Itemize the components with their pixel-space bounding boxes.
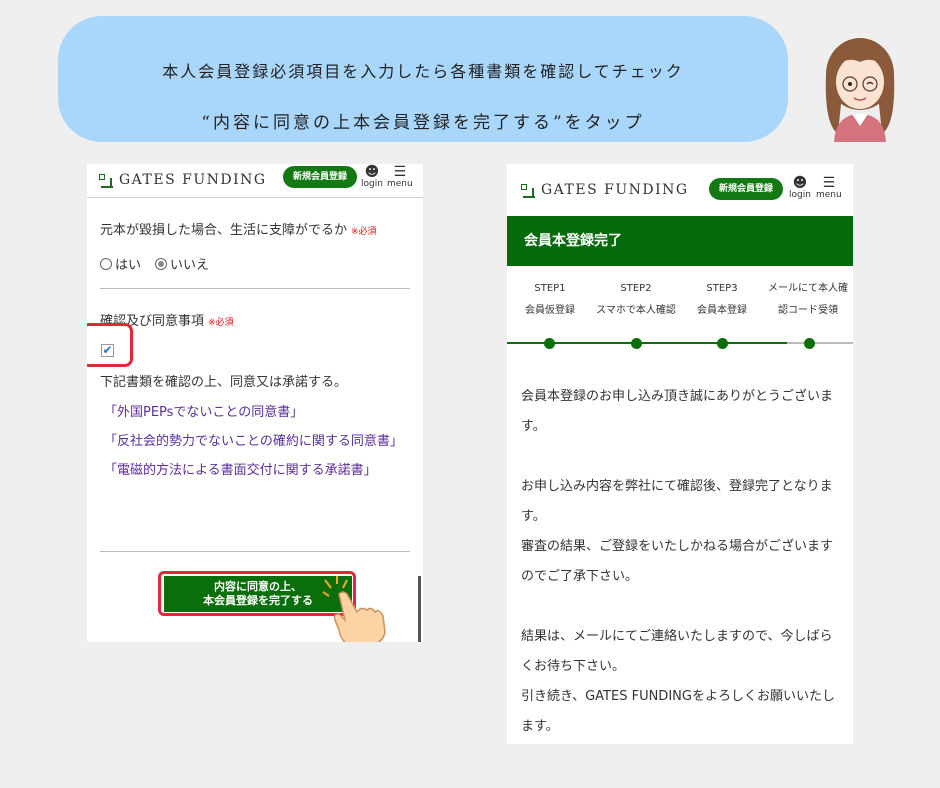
link-foreign-peps[interactable]: 「外国PEPsでないことの同意書」 bbox=[104, 401, 303, 420]
login-button[interactable]: ☻ login bbox=[361, 165, 383, 189]
question-principal-loss: 元本が毀損した場合、生活に支障がでるか ※必須 bbox=[100, 219, 377, 238]
hamburger-menu-icon: ☰ bbox=[393, 164, 407, 180]
agree-text: 下記書類を確認の上、同意又は承諾する。 bbox=[100, 375, 348, 390]
step-remaining-line bbox=[787, 342, 853, 344]
step-dot bbox=[717, 338, 728, 349]
site-logo[interactable]: GATES FUNDING bbox=[521, 182, 689, 198]
instruction-banner: 本人会員登録必須項目を入力したら各種書類を確認してチェック “内容に同意の上本会… bbox=[58, 16, 788, 142]
completion-message: 会員本登録のお申し込み頂き誠にありがとうございます。 お申し込み内容を弊社にて確… bbox=[521, 382, 843, 742]
message-closing: 引き続き、GATES FUNDINGをよろしくお願いいたします。 bbox=[521, 689, 835, 734]
logo-mark-icon bbox=[99, 174, 113, 188]
step-number: STEP1 bbox=[534, 283, 566, 294]
logo-mark-icon bbox=[521, 184, 535, 198]
check-icon: ✔ bbox=[102, 343, 113, 357]
radio-yes[interactable]: はい bbox=[100, 254, 141, 273]
consent-checkbox[interactable]: ✔ bbox=[101, 344, 114, 357]
step-3: STEP3 会員本登録 bbox=[677, 278, 767, 322]
required-mark: ※必須 bbox=[351, 227, 377, 237]
register-button[interactable]: 新規会員登録 bbox=[709, 178, 784, 200]
step-number: STEP2 bbox=[620, 283, 652, 294]
radio-circle-icon bbox=[100, 258, 112, 270]
menu-label: menu bbox=[387, 179, 413, 189]
step-number: STEP3 bbox=[706, 283, 738, 294]
message-thanks: 会員本登録のお申し込み頂き誠にありがとうございます。 bbox=[521, 389, 834, 434]
radio-no-label: いいえ bbox=[170, 258, 210, 273]
step-2: STEP2 スマホで本人確認 bbox=[591, 278, 681, 322]
site-header: GATES FUNDING 新規会員登録 ☻ login ☰ menu bbox=[507, 164, 853, 216]
radio-group: はい いいえ bbox=[100, 254, 209, 273]
radio-selected-icon bbox=[155, 258, 168, 270]
login-label: login bbox=[789, 190, 811, 200]
menu-button[interactable]: ☰ menu bbox=[387, 165, 413, 189]
divider bbox=[100, 551, 410, 552]
user-icon: ☻ bbox=[364, 164, 380, 180]
menu-button[interactable]: ☰ menu bbox=[816, 176, 842, 200]
site-logo[interactable]: GATES FUNDING bbox=[99, 172, 267, 188]
divider bbox=[100, 288, 410, 289]
login-button[interactable]: ☻ login bbox=[789, 176, 811, 200]
pointing-hand-icon bbox=[322, 576, 386, 642]
step-label: 認コード受領 bbox=[778, 305, 838, 316]
avatar bbox=[825, 38, 895, 142]
message-review: 審査の結果、ご登録をいたしかねる場合がございますのでご了承下さい。 bbox=[521, 539, 834, 584]
step-label: 会員本登録 bbox=[697, 305, 747, 316]
radio-yes-label: はい bbox=[115, 258, 142, 273]
registration-form-screen: GATES FUNDING 新規会員登録 ☻ login ☰ menu 元本が毀… bbox=[87, 164, 423, 642]
question-principal-loss-label: 元本が毀損した場合、生活に支障がでるか bbox=[100, 223, 348, 238]
logo-text: GATES FUNDING bbox=[119, 172, 267, 188]
step-label: スマホで本人確認 bbox=[596, 305, 676, 316]
link-electronic-delivery[interactable]: 「電磁的方法による書面交付に関する承諾書」 bbox=[104, 459, 377, 478]
instruction-line-1: 本人会員登録必須項目を入力したら各種書類を確認してチェック bbox=[162, 62, 684, 81]
step-label: 会員仮登録 bbox=[525, 305, 575, 316]
login-label: login bbox=[361, 179, 383, 189]
scrollbar[interactable] bbox=[418, 576, 421, 642]
step-dot bbox=[544, 338, 555, 349]
hamburger-menu-icon: ☰ bbox=[822, 175, 836, 191]
message-result: 結果は、メールにてご連絡いたしますので、今しばらくお待ち下さい。 bbox=[521, 629, 833, 674]
message-confirmation: お申し込み内容を弊社にて確認後、登録完了となります。 bbox=[521, 479, 833, 524]
step-dot bbox=[804, 338, 815, 349]
user-icon: ☻ bbox=[792, 175, 808, 191]
logo-text: GATES FUNDING bbox=[541, 182, 689, 198]
required-mark: ※必須 bbox=[208, 318, 234, 328]
registration-complete-screen: GATES FUNDING 新規会員登録 ☻ login ☰ menu 会員本登… bbox=[507, 164, 853, 744]
instruction-line-2: “内容に同意の上本会員登録を完了する”をタップ bbox=[201, 113, 645, 133]
register-button[interactable]: 新規会員登録 bbox=[283, 166, 358, 188]
step-number: メールにて本人確 bbox=[768, 283, 848, 294]
step-dot bbox=[631, 338, 642, 349]
step-1: STEP1 会員仮登録 bbox=[507, 278, 595, 322]
page-title: 会員本登録完了 bbox=[507, 216, 853, 266]
menu-label: menu bbox=[816, 190, 842, 200]
link-antisocial-pledge[interactable]: 「反社会的勢力でないことの確約に関する同意書」 bbox=[104, 430, 403, 449]
radio-no[interactable]: いいえ bbox=[155, 254, 209, 273]
step-4: メールにて本人確 認コード受領 bbox=[763, 278, 853, 322]
site-header: GATES FUNDING 新規会員登録 ☻ login ☰ menu bbox=[87, 164, 423, 198]
